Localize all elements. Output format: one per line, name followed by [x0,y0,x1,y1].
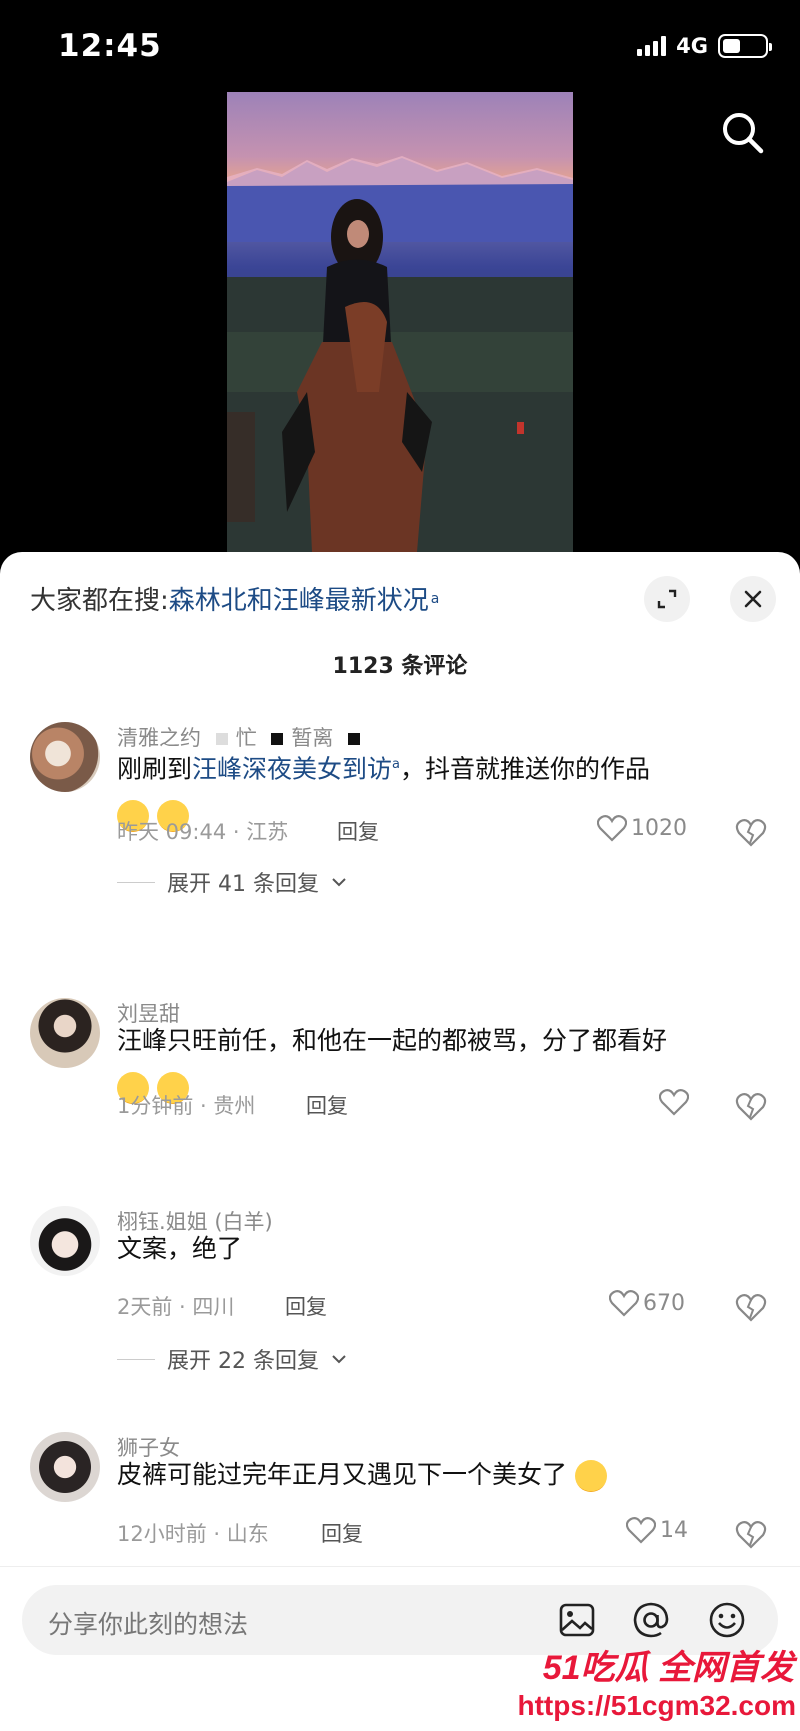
comment-meta: 12小时前 · 山东 [117,1522,269,1546]
emoji-icon[interactable] [708,1601,746,1639]
like-button[interactable] [659,1088,689,1116]
avatar[interactable] [30,998,100,1068]
heart-icon [609,1290,639,1317]
comment-search-link[interactable]: 汪峰深夜美女到访 [192,754,392,783]
like-count: 1020 [631,815,687,841]
hot-search-term[interactable]: 森林北和汪峰最新状况 [169,580,429,617]
comment-count: 1123 条评论 [332,654,468,679]
reply-button[interactable]: 回复 [306,1090,348,1120]
comment-text: 皮裤可能过完年正月又遇见下一个美女了 [117,1452,757,1498]
status-time: 12:45 [58,28,162,64]
avatar[interactable] [30,1206,100,1276]
mention-icon[interactable] [632,1601,670,1639]
search-hint-icon: 𝖺 [430,590,440,607]
heart-icon [659,1089,689,1116]
watermark-brand: 51吃瓜 全网首发 [542,1649,794,1687]
heart-icon [597,815,627,842]
watermark-url: https://51cgm32.com [517,1690,796,1721]
comment-meta: 1分钟前 · 贵州 [117,1094,256,1118]
close-button[interactable] [730,576,776,622]
dislike-icon[interactable] [735,1090,767,1122]
avatar[interactable] [30,722,100,792]
search-icon[interactable] [718,108,768,158]
sweat-smile-emoji [574,1460,607,1492]
like-count: 670 [643,1290,685,1316]
like-button[interactable]: 1020 [597,814,687,842]
like-count: 14 [660,1517,688,1543]
expand-replies-button[interactable]: 展开 22 条回复 [117,1343,347,1375]
network-label: 4G [676,34,708,58]
signal-icon [637,36,667,56]
search-hint-icon: 𝖺 [392,757,400,772]
reply-button[interactable]: 回复 [285,1291,327,1321]
battery-icon [718,34,772,58]
like-button[interactable]: 14 [626,1516,688,1544]
watermark: 51吃瓜 全网首发 https://51cgm32.com [505,1640,800,1731]
dislike-icon[interactable] [735,1291,767,1323]
dislike-icon[interactable] [735,816,767,848]
avatar[interactable] [30,1432,100,1502]
comment-sheet: 大家都在搜: 森林北和汪峰最新状况 𝖺 1123 条评论 清雅之约 忙 暂离 刚… [0,552,800,1731]
close-icon [744,590,762,608]
reply-button[interactable]: 回复 [337,816,379,846]
status-bar: 12:45 4G [0,0,800,92]
like-button[interactable]: 670 [609,1289,685,1317]
expand-sheet-button[interactable] [644,576,690,622]
comment-input-placeholder: 分享你此刻的想法 [48,1610,249,1639]
comment-meta: 昨天 09:44 · 江苏 [117,820,289,844]
video-scene [227,156,573,552]
image-icon[interactable] [558,1601,596,1639]
status-indicators: 4G [637,34,772,58]
chevron-down-icon [332,878,346,887]
hot-search[interactable]: 大家都在搜: 森林北和汪峰最新状况 𝖺 [30,580,439,617]
hot-search-prefix: 大家都在搜: [30,586,169,616]
chevron-down-icon [332,1355,346,1364]
comment-text: 文案，绝了 [117,1234,243,1263]
reply-button[interactable]: 回复 [321,1518,363,1548]
heart-icon [626,1517,656,1544]
expand-replies-button[interactable]: 展开 41 条回复 [117,866,347,898]
video-preview[interactable] [227,92,573,552]
expand-icon [657,589,677,609]
comment-meta: 2天前 · 四川 [117,1295,235,1319]
dislike-icon[interactable] [735,1518,767,1550]
